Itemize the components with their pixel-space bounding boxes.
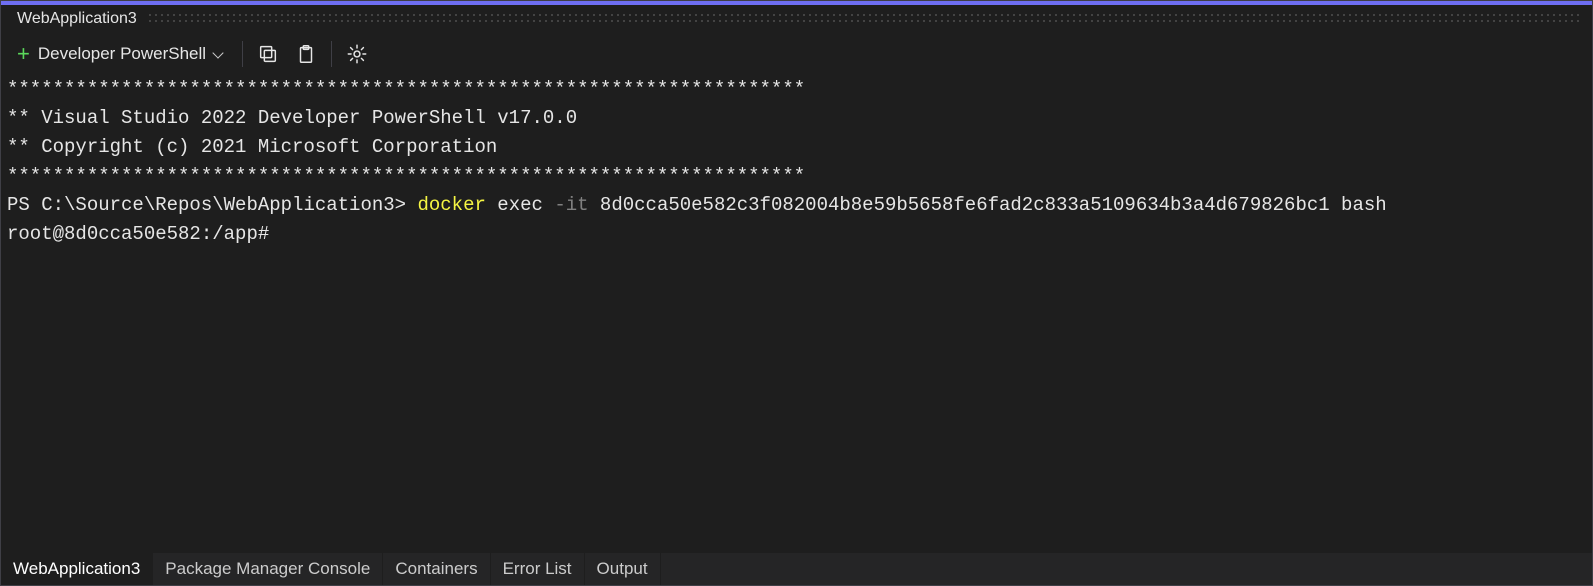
drag-grip[interactable] (147, 12, 1582, 26)
ps-prompt: PS C:\Source\Repos\WebApplication3> (7, 194, 417, 216)
clipboard-icon (295, 43, 317, 65)
cmd-flag: -it (554, 194, 588, 216)
gear-icon (346, 43, 368, 65)
tab-containers[interactable]: Containers (383, 553, 490, 585)
cmd-rest: 8d0cca50e582c3f082004b8e59b5658fe6fad2c8… (589, 194, 1387, 216)
new-shell-dropdown[interactable]: + Developer PowerShell (11, 39, 230, 69)
settings-button[interactable] (344, 41, 370, 67)
banner-line-1: ** Visual Studio 2022 Developer PowerShe… (7, 107, 577, 129)
bottom-tab-strip: WebApplication3 Package Manager Console … (1, 553, 1592, 585)
tab-error-list[interactable]: Error List (491, 553, 585, 585)
copy-icon (257, 43, 279, 65)
plus-icon: + (17, 43, 30, 65)
terminal-panel: WebApplication3 + Developer PowerShell (0, 0, 1593, 586)
terminal-output[interactable]: ****************************************… (1, 75, 1592, 553)
panel-title: WebApplication3 (11, 9, 143, 29)
banner-line-2: ** Copyright (c) 2021 Microsoft Corporat… (7, 136, 497, 158)
toolbar-separator (242, 41, 243, 67)
shell-label: Developer PowerShell (38, 44, 206, 64)
cmd-docker: docker (417, 194, 485, 216)
banner-divider: ****************************************… (7, 78, 805, 100)
copy-button[interactable] (255, 41, 281, 67)
toolbar-separator (331, 41, 332, 67)
chevron-down-icon (214, 49, 224, 59)
tab-package-manager-console[interactable]: Package Manager Console (153, 553, 383, 585)
tab-output[interactable]: Output (585, 553, 661, 585)
cmd-exec: exec (486, 194, 554, 216)
terminal-toolbar: + Developer PowerShell (1, 33, 1592, 75)
banner-divider: ****************************************… (7, 165, 805, 187)
title-bar[interactable]: WebApplication3 (1, 5, 1592, 33)
paste-button[interactable] (293, 41, 319, 67)
container-prompt: root@8d0cca50e582:/app# (7, 223, 269, 245)
tab-webapplication3[interactable]: WebApplication3 (1, 553, 153, 585)
